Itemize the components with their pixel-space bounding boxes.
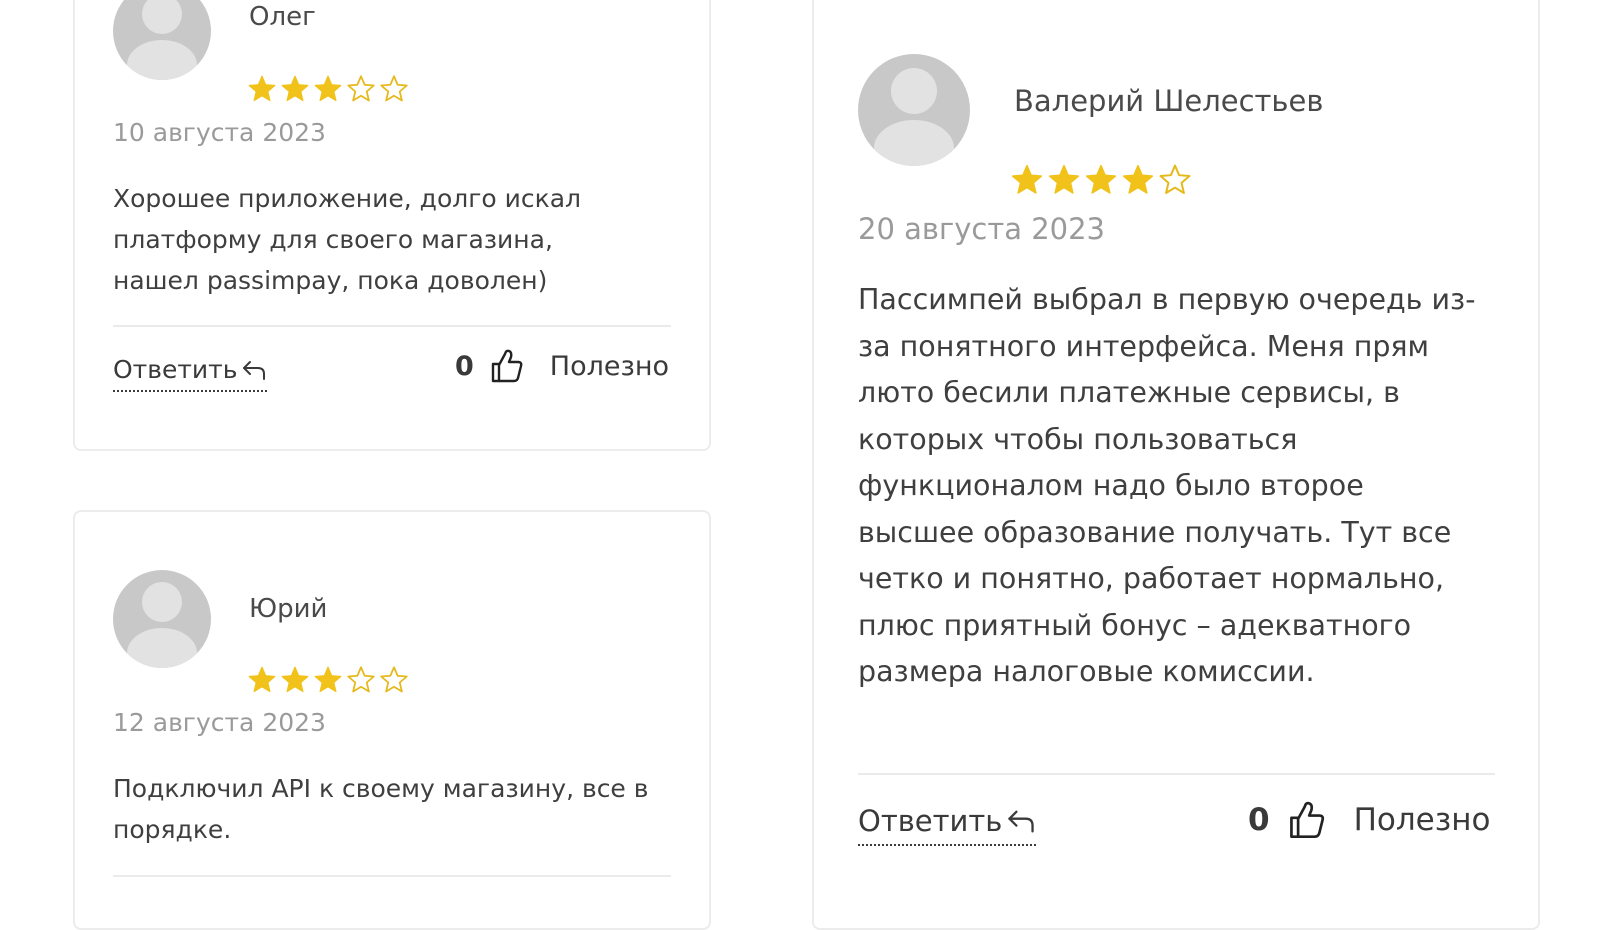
thumbs-up-icon[interactable] bbox=[490, 348, 524, 384]
thumbs-up-icon[interactable] bbox=[1288, 800, 1326, 840]
star-filled-icon bbox=[248, 75, 276, 102]
useful-button[interactable]: Полезно bbox=[550, 351, 669, 382]
star-filled-icon bbox=[314, 75, 342, 102]
reply-arrow-icon bbox=[243, 360, 266, 380]
rating-stars bbox=[1010, 163, 1192, 197]
reviewer-name: Олег bbox=[249, 2, 316, 32]
reply-button[interactable]: Ответить bbox=[113, 355, 268, 392]
reply-button[interactable]: Ответить bbox=[858, 804, 1037, 846]
avatar bbox=[113, 0, 211, 80]
review-card: Валерий Шелестьев 20 августа 2023 Пассим… bbox=[812, 0, 1540, 930]
star-outline-icon bbox=[380, 75, 408, 102]
rating-stars bbox=[247, 665, 409, 695]
review-text: Пассимпей выбрал в первую очередь из-за … bbox=[858, 283, 1476, 688]
like-controls: 0 Полезно bbox=[455, 348, 669, 384]
divider bbox=[113, 875, 671, 877]
star-filled-icon bbox=[1011, 164, 1043, 194]
review-date: 20 августа 2023 bbox=[858, 212, 1106, 246]
reviewer-name: Валерий Шелестьев bbox=[1014, 84, 1324, 118]
review-card: Юрий 12 августа 2023 Подключил API к сво… bbox=[73, 510, 711, 930]
star-outline-icon bbox=[347, 75, 375, 102]
avatar bbox=[858, 54, 970, 166]
review-text: Хорошее приложение, долго искал платформ… bbox=[113, 184, 582, 295]
like-count: 0 bbox=[455, 350, 474, 382]
star-outline-icon bbox=[347, 666, 375, 693]
reply-arrow-icon bbox=[1008, 810, 1035, 833]
reviewer-name: Юрий bbox=[249, 594, 328, 624]
star-filled-icon bbox=[314, 666, 342, 693]
review-text: Подключил API к своему магазину, все в п… bbox=[113, 774, 649, 844]
divider bbox=[858, 773, 1495, 775]
star-outline-icon bbox=[380, 666, 408, 693]
star-filled-icon bbox=[1122, 164, 1154, 194]
reply-label: Ответить bbox=[113, 355, 238, 384]
review-date: 12 августа 2023 bbox=[113, 708, 326, 737]
star-filled-icon bbox=[281, 666, 309, 693]
useful-button[interactable]: Полезно bbox=[1354, 802, 1491, 838]
review-card: Олег 10 августа 2023 Хорошее приложение,… bbox=[73, 0, 711, 451]
star-filled-icon bbox=[1048, 164, 1080, 194]
star-filled-icon bbox=[1085, 164, 1117, 194]
reply-label: Ответить bbox=[858, 804, 1003, 838]
like-count: 0 bbox=[1248, 802, 1270, 838]
star-filled-icon bbox=[281, 75, 309, 102]
star-outline-icon bbox=[1159, 164, 1191, 195]
divider bbox=[113, 325, 671, 327]
star-filled-icon bbox=[248, 666, 276, 693]
review-date: 10 августа 2023 bbox=[113, 118, 326, 147]
avatar bbox=[113, 570, 211, 668]
like-controls: 0 Полезно bbox=[1248, 800, 1490, 840]
rating-stars bbox=[247, 74, 409, 104]
